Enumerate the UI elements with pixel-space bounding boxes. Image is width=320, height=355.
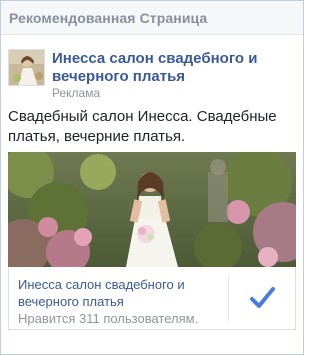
sponsored-label: Реклама bbox=[52, 86, 101, 100]
ad-page-row: Инесса салон свадебного и вечерного плат… bbox=[8, 48, 296, 100]
ad-body-text: Свадебный салон Инесса. Свадебные платья… bbox=[8, 108, 277, 145]
checkmark-icon[interactable] bbox=[247, 283, 277, 313]
card-header-title: Рекомендованная Страница bbox=[1, 1, 303, 35]
like-box-page-link[interactable]: Инесса салон свадебного и вечерного плат… bbox=[18, 276, 228, 310]
ad-image-bride[interactable] bbox=[8, 152, 296, 267]
like-box-divider bbox=[228, 275, 229, 321]
like-count-text: Нравится 311 пользователям. bbox=[18, 311, 199, 326]
ad-page-title-link[interactable]: Инесса салон свадебного и вечерного плат… bbox=[52, 50, 292, 86]
page-like-box: Инесса салон свадебного и вечерного плат… bbox=[8, 267, 296, 330]
page-thumbnail[interactable] bbox=[8, 49, 45, 86]
